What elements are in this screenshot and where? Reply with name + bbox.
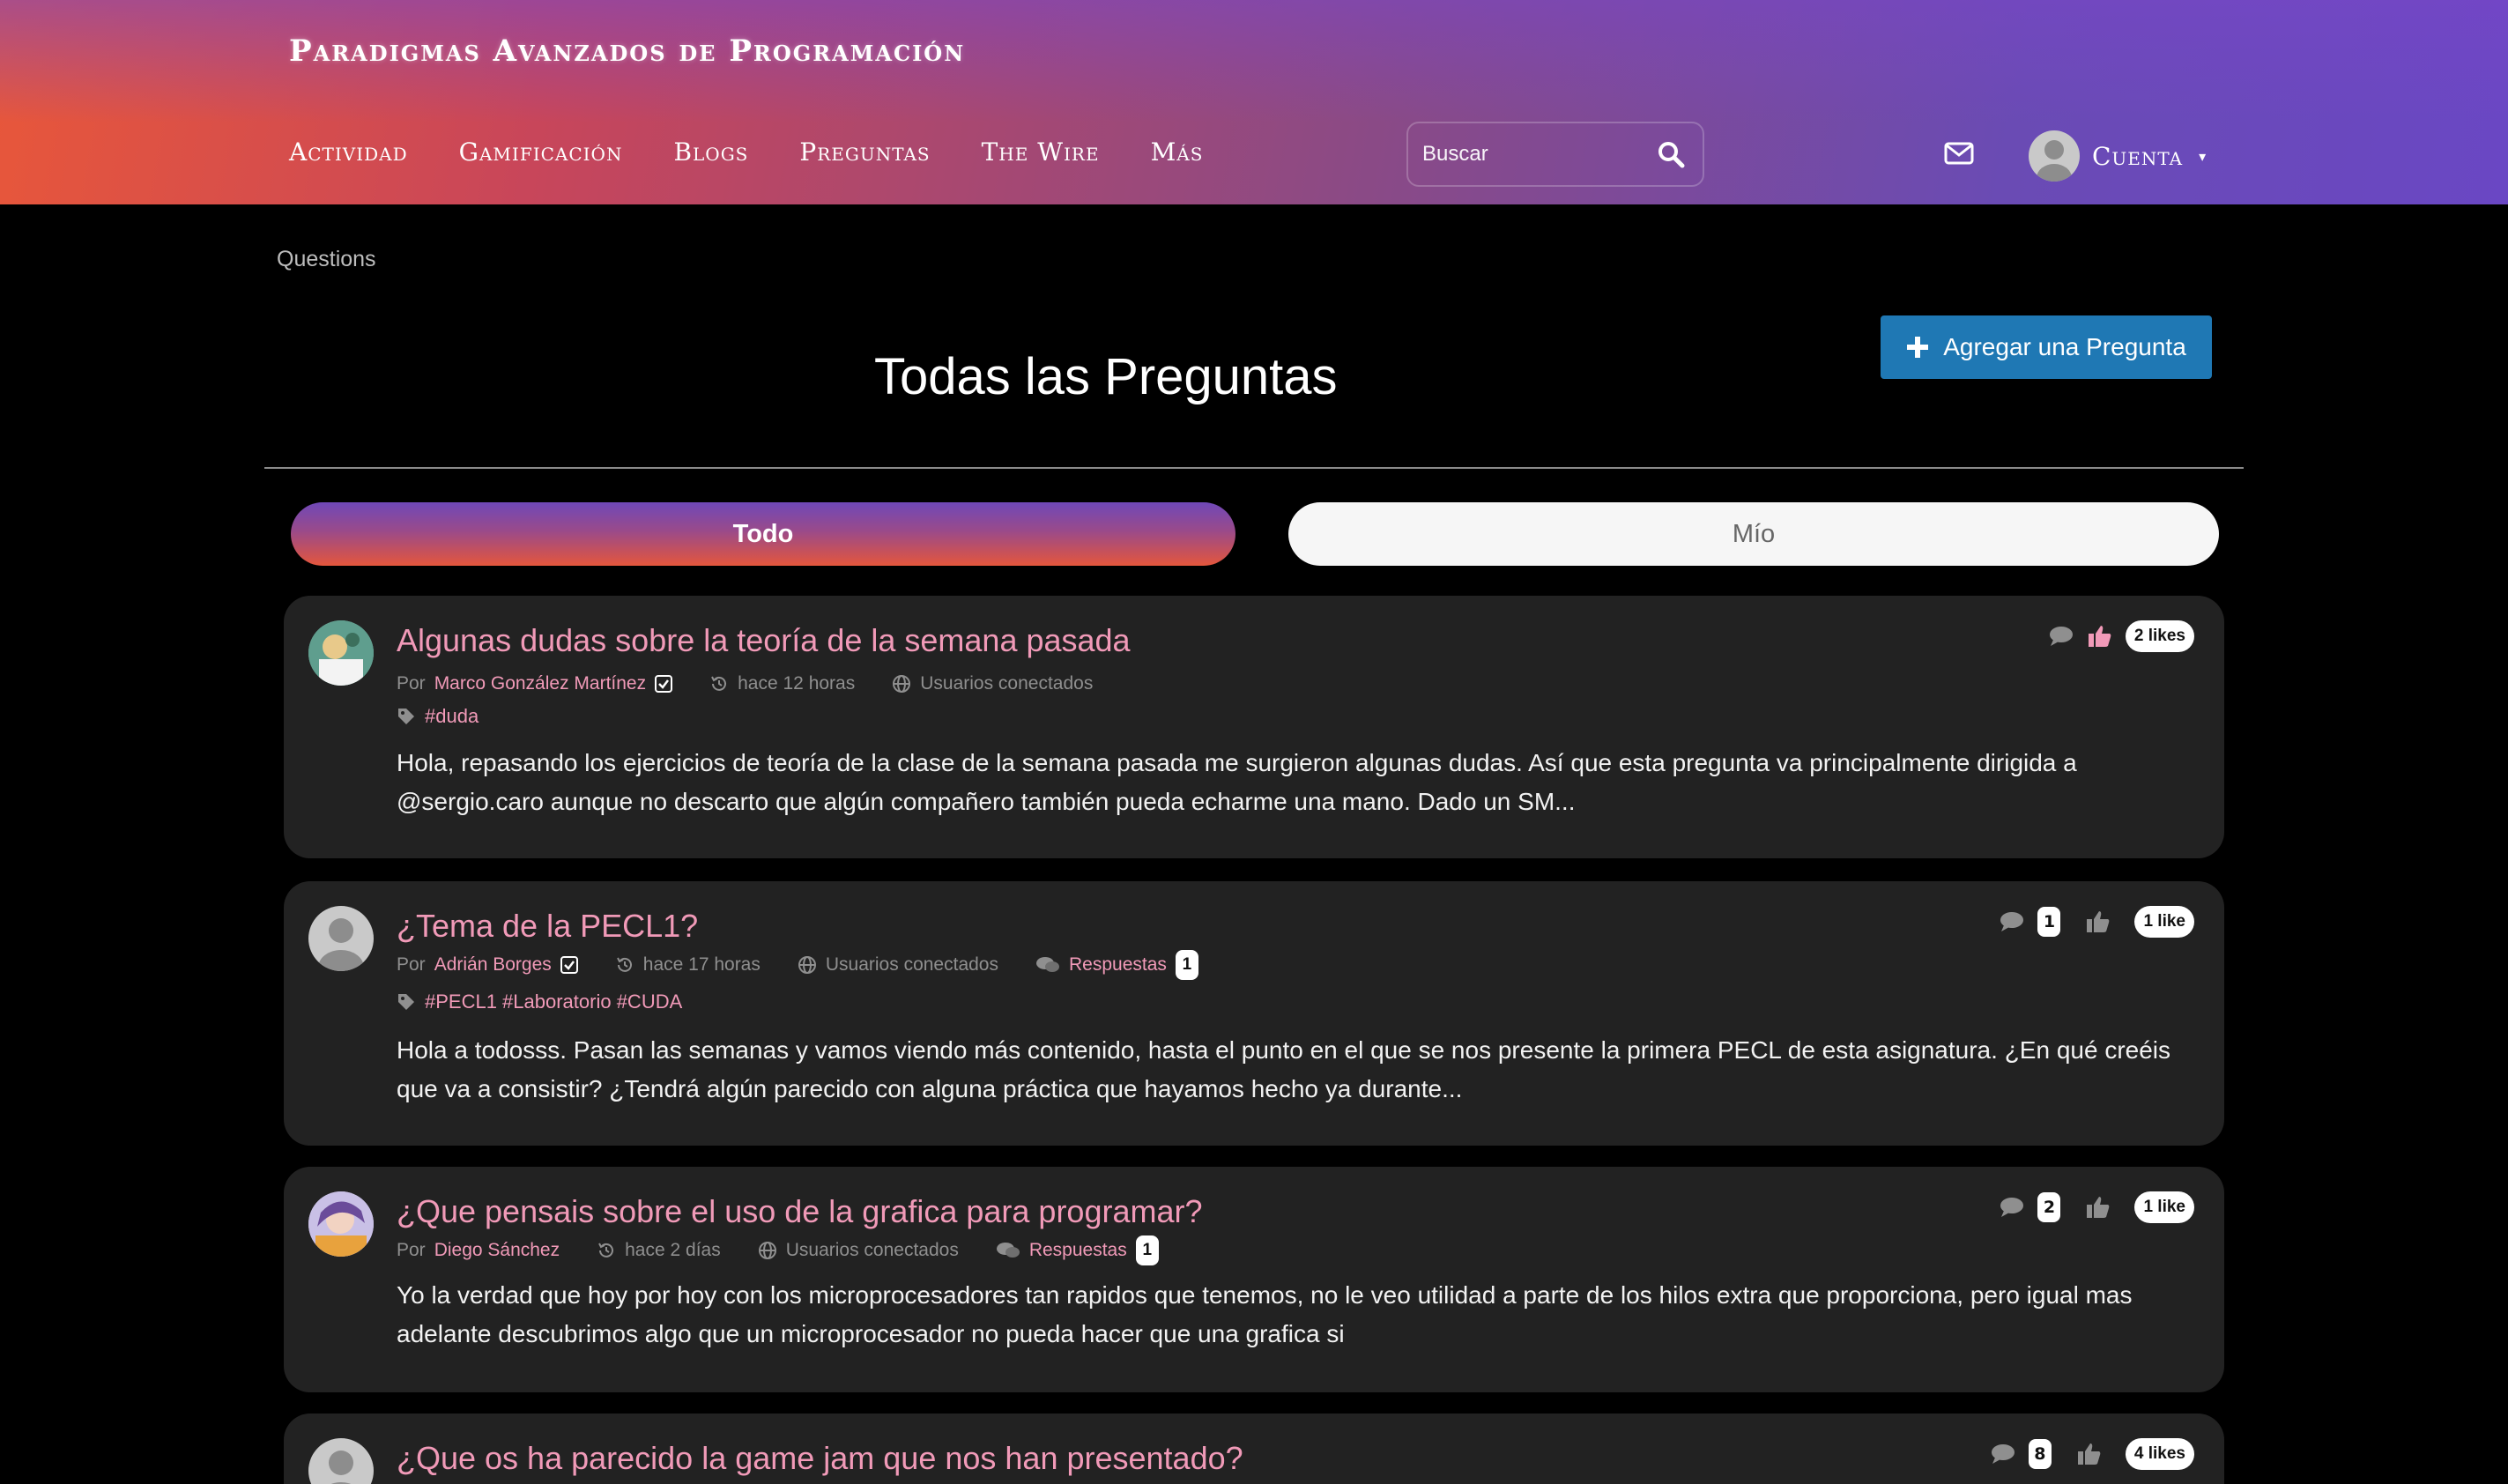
avatar[interactable] (308, 620, 374, 686)
question-title[interactable]: ¿Que pensais sobre el uso de la grafica … (397, 1193, 1203, 1230)
site-header: Paradigmas Avanzados de Programación Act… (0, 0, 2508, 204)
by-label: Por (397, 1240, 426, 1260)
page-title: Todas las Preguntas (874, 348, 1338, 405)
comment-icon[interactable] (1990, 1443, 2016, 1465)
question-excerpt: Hola a todosss. Pasan las semanas y vamo… (397, 1036, 2171, 1102)
user-avatar-icon (2029, 130, 2080, 182)
question-actions: 8 4 likes (1990, 1438, 2194, 1470)
comment-count-badge: 2 (2037, 1192, 2061, 1222)
verified-check-icon (655, 675, 673, 693)
tag-link[interactable]: #PECL1 #Laboratorio #CUDA (425, 991, 682, 1013)
likes-badge[interactable]: 4 likes (2125, 1438, 2194, 1470)
question-visibility: Usuarios conectados (785, 1240, 959, 1260)
question-visibility: Usuarios conectados (825, 954, 998, 975)
nav-item-actividad[interactable]: Actividad (289, 137, 408, 167)
verified-check-icon (560, 956, 578, 974)
avatar[interactable] (308, 1191, 374, 1257)
divider (264, 467, 2244, 469)
tab-all[interactable]: Todo (291, 502, 1235, 566)
question-actions: 2 likes (2048, 620, 2194, 652)
question-excerpt: Hola, repasando los ejercicios de teoría… (397, 749, 2077, 815)
author-link[interactable]: Adrián Borges (434, 954, 552, 976)
thumbs-up-icon[interactable] (2085, 909, 2111, 935)
nav-item-blogs[interactable]: Blogs (673, 137, 748, 167)
history-icon (598, 1243, 614, 1258)
globe-icon (798, 956, 816, 974)
tag-icon (398, 709, 414, 724)
likes-badge[interactable]: 1 like (2134, 906, 2194, 938)
answers-count-badge: 1 (1175, 950, 1198, 980)
question-tags: #duda (397, 705, 479, 728)
answers-count-badge: 1 (1135, 1235, 1159, 1265)
mail-icon[interactable] (1944, 141, 1974, 166)
question-excerpt: Yo la verdad que hoy por hoy con los mic… (397, 1281, 2133, 1347)
avatar[interactable] (308, 906, 374, 971)
question-actions: 1 1 like (1999, 906, 2194, 938)
comments-icon (1035, 957, 1059, 972)
nav-item-preguntas[interactable]: Preguntas (799, 137, 930, 167)
nav-item-gamificacion[interactable]: Gamificación (459, 137, 623, 167)
question-title[interactable]: Algunas dudas sobre la teoría de la sema… (397, 622, 1131, 659)
history-icon (711, 676, 727, 691)
question-title[interactable]: ¿Que os ha parecido la game jam que nos … (397, 1440, 1243, 1477)
by-label: Por (397, 673, 426, 694)
question-card: ¿Que os ha parecido la game jam que nos … (284, 1414, 2224, 1484)
globe-icon (893, 675, 911, 693)
avatar[interactable] (308, 1438, 374, 1484)
question-card: ¿Que pensais sobre el uso de la grafica … (284, 1167, 2224, 1392)
question-card: ¿Tema de la PECL1? Por Adrián Borges hac… (284, 881, 2224, 1146)
question-time: hace 17 horas (642, 954, 761, 975)
tag-icon (398, 994, 414, 1010)
comment-count-badge: 8 (2028, 1439, 2052, 1469)
thumbs-up-icon[interactable] (2085, 1194, 2111, 1221)
question-tags: #PECL1 #Laboratorio #CUDA (397, 991, 682, 1013)
plus-icon (1907, 337, 1929, 358)
chevron-down-icon: ▾ (2199, 147, 2207, 165)
comment-icon[interactable] (2048, 625, 2074, 648)
site-title[interactable]: Paradigmas Avanzados de Programación (289, 33, 965, 69)
comment-icon[interactable] (1999, 1196, 2025, 1219)
question-meta: Por Adrián Borges hace 17 horas Usuarios… (397, 950, 1198, 980)
likes-badge[interactable]: 2 likes (2125, 620, 2194, 652)
author-link[interactable]: Diego Sánchez (434, 1240, 560, 1261)
question-title[interactable]: ¿Tema de la PECL1? (397, 908, 698, 945)
answers-label[interactable]: Respuestas (1069, 954, 1167, 976)
thumbs-up-icon[interactable] (2087, 623, 2113, 649)
comment-icon[interactable] (1999, 910, 2025, 933)
globe-icon (758, 1242, 776, 1259)
tag-link[interactable]: #duda (425, 705, 479, 728)
breadcrumb[interactable]: Questions (277, 247, 376, 272)
nav-item-the-wire[interactable]: The Wire (982, 137, 1100, 167)
question-time: hace 12 horas (738, 673, 856, 694)
answers-label[interactable]: Respuestas (1029, 1240, 1127, 1261)
history-icon (616, 957, 632, 972)
account-menu[interactable]: Cuenta ▾ (2029, 130, 2206, 182)
add-question-label: Agregar una Pregunta (1943, 333, 2186, 360)
likes-badge[interactable]: 1 like (2134, 1191, 2194, 1223)
question-meta: Por Marco González Martínez hace 12 hora… (397, 673, 1093, 694)
search-box (1406, 122, 1704, 187)
main-nav: Actividad Gamificación Blogs Preguntas T… (289, 137, 1203, 167)
question-card: Algunas dudas sobre la teoría de la sema… (284, 596, 2224, 858)
account-label: Cuenta (2092, 141, 2184, 171)
thumbs-up-icon[interactable] (2076, 1441, 2103, 1467)
question-actions: 2 1 like (1999, 1191, 2194, 1223)
search-input[interactable] (1422, 142, 1653, 167)
comment-count-badge: 1 (2037, 907, 2061, 937)
question-visibility: Usuarios conectados (920, 673, 1094, 694)
tab-mine[interactable]: Mío (1288, 502, 2219, 566)
by-label: Por (397, 954, 426, 975)
author-link[interactable]: Marco González Martínez (434, 673, 646, 694)
comments-icon (996, 1243, 1020, 1258)
nav-item-mas[interactable]: Más (1151, 137, 1204, 167)
question-meta: Por Diego Sánchez hace 2 días Usuarios c… (397, 1235, 1159, 1265)
search-icon[interactable] (1653, 137, 1688, 172)
add-question-button[interactable]: Agregar una Pregunta (1881, 315, 2212, 379)
question-time: hace 2 días (625, 1240, 721, 1260)
